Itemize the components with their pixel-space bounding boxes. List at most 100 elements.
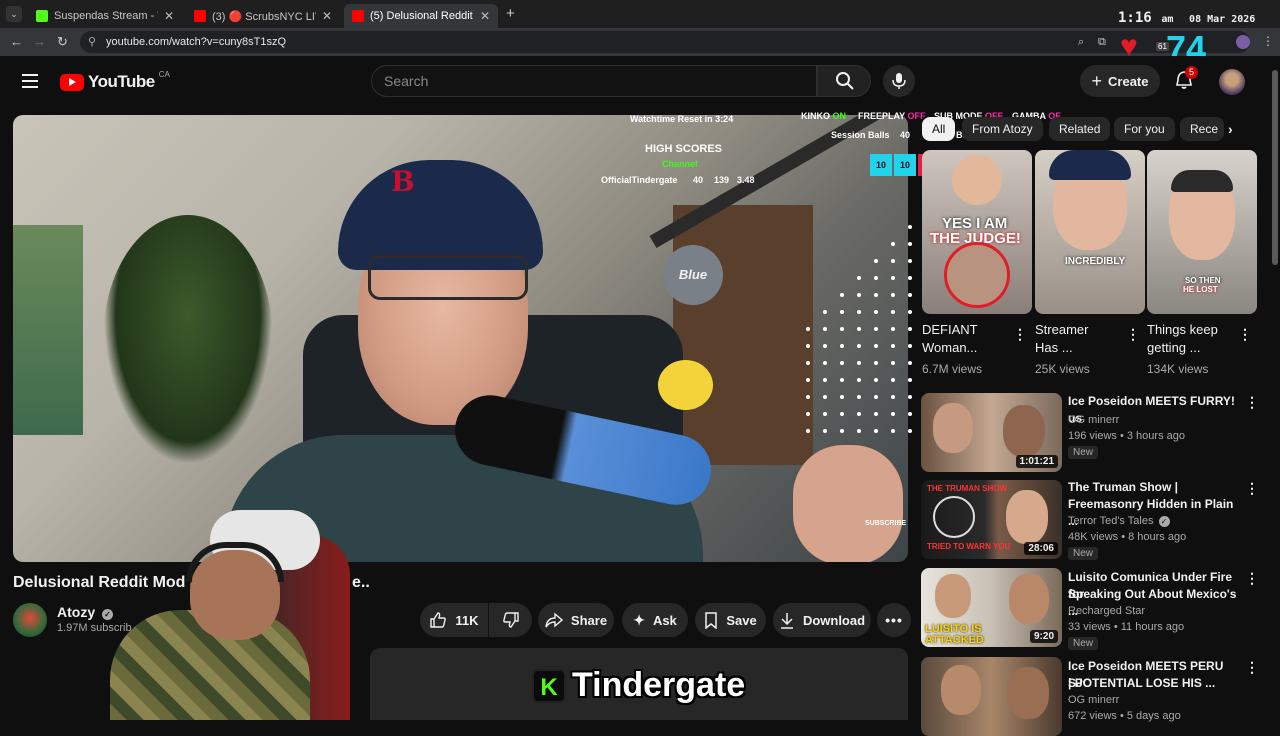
rec-title-line-2[interactable]: | POTENTIAL LOSE HIS ... (1068, 675, 1238, 692)
subscribe-watermark[interactable]: SUBSCRIBE (865, 520, 906, 527)
search-input[interactable]: Search (371, 65, 817, 97)
overlay-dot (823, 378, 827, 382)
overlay-dot (908, 429, 912, 433)
create-button[interactable]: + Create (1080, 65, 1160, 97)
zoom-icon[interactable]: ⌕ (1078, 31, 1084, 53)
short-menu-icon[interactable]: ⋮ (1013, 326, 1027, 343)
close-tab-icon[interactable]: ✕ (322, 9, 332, 23)
rec-channel[interactable]: OG minerr (1068, 414, 1119, 426)
overlay-dot (891, 310, 895, 314)
download-button[interactable]: Download (773, 603, 871, 637)
install-icon[interactable]: ⧉ (1098, 31, 1106, 53)
hamburger-menu-icon[interactable] (22, 74, 38, 88)
short-face-image (952, 155, 1002, 205)
chip-all[interactable]: All (922, 117, 956, 141)
video-player[interactable]: B Blue SUBSCRIBE (13, 115, 908, 562)
url-field[interactable]: ⚲ youtube.com/watch?v=cuny8sT1szQ ⌕ ⧉ (80, 31, 1250, 53)
page-scrollbar[interactable] (1272, 70, 1278, 265)
overlay-dot (840, 395, 844, 399)
tab-scrubsnyc[interactable]: (3) 🔴 ScrubsNYC LIVE NYC Ne ✕ (186, 4, 340, 28)
short-title-line-1[interactable]: Streamer (1035, 321, 1088, 339)
channel-avatar[interactable] (13, 603, 47, 637)
short-menu-icon[interactable]: ⋮ (1126, 326, 1140, 343)
clock-time: 1:16 (1118, 10, 1152, 26)
search-button[interactable] (817, 65, 871, 97)
like-button[interactable]: 11K (420, 603, 488, 637)
overlay-dot (874, 293, 878, 297)
dislike-button[interactable] (489, 603, 532, 637)
rec-menu-icon[interactable]: ⋮ (1245, 570, 1259, 587)
rec-thumbnail[interactable]: LUISITO IS ATTACKED 9:20 (921, 568, 1062, 647)
rec-title-line-1[interactable]: The Truman Show | (1068, 479, 1238, 496)
back-icon[interactable]: ← (10, 34, 23, 49)
score-box-1: 10 (870, 154, 892, 176)
rec-thumbnail[interactable]: 1:01:21 (921, 393, 1062, 472)
rec-channel[interactable]: Terror Ted's Tales ✓ (1068, 515, 1170, 527)
overlay-dot (891, 276, 895, 280)
rec-thumb-face (935, 574, 971, 618)
overlay-dot (823, 327, 827, 331)
overlay-dot (891, 242, 895, 246)
voice-search-button[interactable] (883, 65, 915, 97)
overlay-dot (908, 259, 912, 263)
overlay-dot (840, 361, 844, 365)
overlay-dot (840, 344, 844, 348)
short-thumb-1[interactable]: YES I AM THE JUDGE! (922, 150, 1032, 314)
rec-menu-icon[interactable]: ⋮ (1245, 394, 1259, 411)
reload-icon[interactable]: ↻ (57, 34, 68, 50)
short-title-line-2[interactable]: Has ... (1035, 339, 1073, 357)
save-button[interactable]: Save (695, 603, 766, 637)
rec-thumb-top-text: THE TRUMAN SHOW (927, 484, 1007, 493)
site-info-icon[interactable]: ⚲ (88, 31, 96, 53)
high-scores-title: HIGH SCORES (645, 143, 723, 155)
profile-avatar-small[interactable] (1236, 35, 1250, 49)
rec-thumb-face (1007, 667, 1049, 719)
forward-icon[interactable]: → (33, 34, 46, 49)
new-badge: New (1068, 547, 1099, 560)
close-tab-icon[interactable]: ✕ (164, 9, 174, 23)
short-title-line-1[interactable]: Things keep (1147, 321, 1218, 339)
youtube-header: YouTube CA Search + Create 5 (0, 56, 1280, 110)
overlay-dot (891, 395, 895, 399)
rec-thumbnail[interactable] (921, 657, 1062, 736)
chip-recent[interactable]: Rece (1180, 117, 1224, 141)
new-tab-button[interactable]: + (506, 5, 515, 22)
browser-menu-icon[interactable]: ⋮ (1262, 34, 1274, 48)
rec-channel[interactable]: OG minerr (1068, 694, 1119, 706)
chips-next-chevron-icon[interactable]: › (1228, 121, 1233, 137)
chip-for-you[interactable]: For you (1114, 117, 1175, 141)
cap-image (338, 160, 543, 270)
close-tab-icon[interactable]: ✕ (480, 9, 490, 23)
short-title-line-2[interactable]: Woman... (922, 339, 977, 357)
clock-date: 08 Mar 2026 (1189, 14, 1256, 25)
short-thumb-2[interactable]: INCREDIBLY (1035, 150, 1145, 314)
short-title-line-2[interactable]: getting ... (1147, 339, 1200, 357)
overlay-dot (806, 395, 810, 399)
account-avatar[interactable] (1219, 69, 1245, 95)
share-icon (545, 612, 563, 628)
share-button[interactable]: Share (538, 603, 614, 637)
chip-from-atozy[interactable]: From Atozy (962, 117, 1043, 141)
ask-button[interactable]: ✦ Ask (622, 603, 688, 637)
short-menu-icon[interactable]: ⋮ (1238, 326, 1252, 343)
short-thumb-3[interactable]: SO THEN HE LOST (1147, 150, 1257, 314)
session-balls: Session Balls 40 (831, 130, 911, 140)
rec-thumbnail[interactable]: THE TRUMAN SHOW TRIED TO WARN YOU 28:06 (921, 480, 1062, 559)
hand-image (793, 445, 903, 562)
short-views: 134K views (1147, 362, 1209, 376)
rec-channel[interactable]: Recharged Star (1068, 605, 1145, 617)
glasses-image (368, 255, 528, 300)
tab-kick-stream[interactable]: Suspendas Stream - Watch Live ✕ (28, 4, 182, 28)
browser-tab-strip: ⌄ Suspendas Stream - Watch Live ✕ (3) 🔴 … (0, 0, 1280, 28)
notifications-button[interactable]: 5 (1174, 66, 1199, 92)
rec-menu-icon[interactable]: ⋮ (1245, 480, 1259, 497)
tab-delusional-reddit-mod[interactable]: (5) Delusional Reddit Mod ✕ (344, 4, 498, 28)
rec-menu-icon[interactable]: ⋮ (1245, 659, 1259, 676)
tab-search-button[interactable]: ⌄ (6, 6, 22, 22)
rec-views-age: 672 views • 5 days ago (1068, 710, 1181, 722)
overlay-dot (891, 293, 895, 297)
chip-related[interactable]: Related (1049, 117, 1111, 141)
more-actions-button[interactable]: ••• (877, 603, 911, 637)
youtube-logo[interactable]: YouTube CA (60, 70, 170, 92)
short-title-line-1[interactable]: DEFIANT (922, 321, 978, 339)
